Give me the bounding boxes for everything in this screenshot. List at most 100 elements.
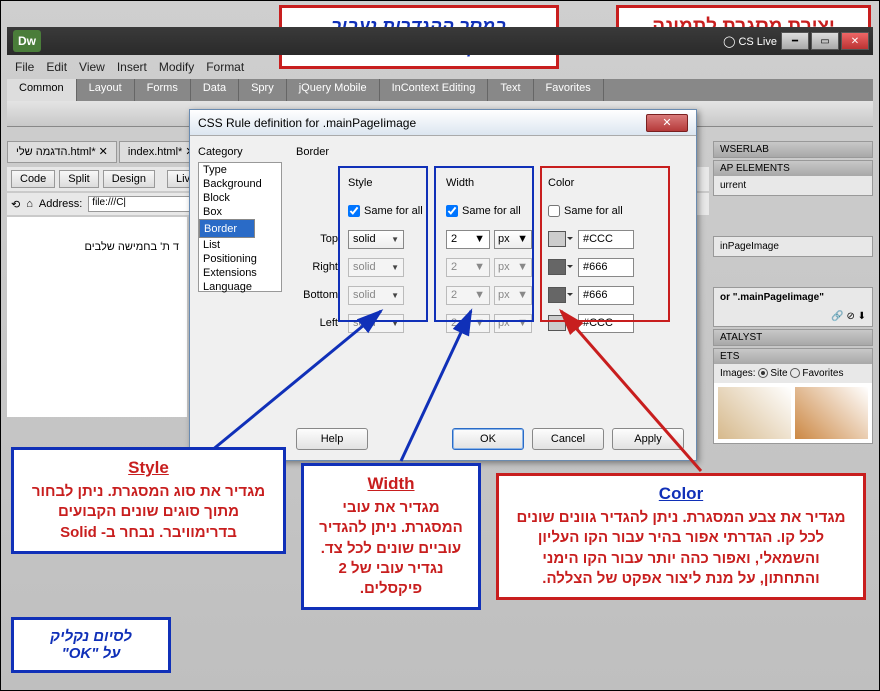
menu-edit[interactable]: Edit <box>46 60 67 74</box>
dialog-main: Border Style Width Color Same for all Sa… <box>290 136 696 460</box>
cat-positioning[interactable]: Positioning <box>199 252 281 266</box>
callout-ok-l1: לסיום נקליק <box>26 628 156 645</box>
color-bottom-input[interactable]: #666 <box>578 286 634 305</box>
thumb-1[interactable] <box>718 387 791 439</box>
menu-modify[interactable]: Modify <box>159 60 194 74</box>
color-same-check[interactable]: Same for all <box>548 205 656 217</box>
radio-site-label: Site <box>770 368 787 379</box>
panel-ap-elements[interactable]: AP ELEMENTS <box>714 161 872 176</box>
dialog-close-button[interactable]: ✕ <box>646 114 688 132</box>
col-color: Color <box>548 177 656 189</box>
style-bottom-select: solid▼ <box>348 286 404 305</box>
tab-spry[interactable]: Spry <box>239 79 287 101</box>
code-view-button[interactable]: Code <box>11 170 55 188</box>
radio-favorites[interactable] <box>790 368 800 378</box>
dreamweaver-logo: Dw <box>13 30 41 52</box>
title-bar: Dw ◯ CS Live ━ ▭ ✕ <box>7 27 873 55</box>
col-style: Style <box>348 177 440 189</box>
design-view-button[interactable]: Design <box>103 170 155 188</box>
width-left-input: 2▼ <box>446 314 490 333</box>
tab-layout[interactable]: Layout <box>77 79 135 101</box>
tab-forms[interactable]: Forms <box>135 79 191 101</box>
style-same-check[interactable]: Same for all <box>348 205 440 217</box>
tab-text[interactable]: Text <box>488 79 533 101</box>
width-right-unit: px▼ <box>494 258 532 277</box>
panel-inpageimage[interactable]: inPageImage <box>714 237 872 256</box>
color-top-swatch[interactable] <box>548 231 566 247</box>
nav-home-icon[interactable]: ⌂ <box>26 198 33 210</box>
assets-thumbs <box>714 383 872 443</box>
callout-style: Style מגדיר את סוג המסגרת. ניתן לבחור מת… <box>11 447 286 554</box>
panel-atalyst[interactable]: ATALYST <box>714 330 872 345</box>
cat-extensions[interactable]: Extensions <box>199 266 281 280</box>
close-button[interactable]: ✕ <box>841 32 869 50</box>
width-left-unit: px▼ <box>494 314 532 333</box>
tab-common[interactable]: Common <box>7 79 77 101</box>
dialog-buttons: Help OK Cancel Apply <box>290 428 684 450</box>
document-text: ד ת' בחמישה שלבים <box>84 241 179 253</box>
maximize-button[interactable]: ▭ <box>811 32 839 50</box>
split-view-button[interactable]: Split <box>59 170 98 188</box>
panel-current-row[interactable]: urrent <box>714 176 872 195</box>
cat-type[interactable]: Type <box>199 163 281 177</box>
category-list[interactable]: Type Background Block Box Border List Po… <box>198 162 282 292</box>
cat-background[interactable]: Background <box>199 177 281 191</box>
cat-list[interactable]: List <box>199 238 281 252</box>
menu-file[interactable]: File <box>15 60 34 74</box>
nav-back-icon[interactable]: ⟲ <box>11 198 20 211</box>
callout-color: Color מגדיר את צבע המסגרת. ניתן להגדיר ג… <box>496 473 866 600</box>
cat-block[interactable]: Block <box>199 191 281 205</box>
images-label: Images: <box>720 368 756 379</box>
color-top-input[interactable]: #CCC <box>578 230 634 249</box>
dialog-title-text: CSS Rule definition for .mainPageIimage <box>198 116 416 130</box>
thumb-2[interactable] <box>795 387 868 439</box>
help-button[interactable]: Help <box>296 428 368 450</box>
menu-insert[interactable]: Insert <box>117 60 147 74</box>
width-same-check[interactable]: Same for all <box>446 205 542 217</box>
style-right-select: solid▼ <box>348 258 404 277</box>
callout-ok-l2: על "OK" <box>26 645 156 662</box>
panel-wserlab[interactable]: WSERLAB <box>714 142 872 157</box>
row-right-label: Right <box>296 261 342 273</box>
tab-data[interactable]: Data <box>191 79 239 101</box>
color-bottom-swatch[interactable] <box>548 287 566 303</box>
callout-color-title: Color <box>511 484 851 504</box>
color-left-swatch[interactable] <box>548 315 566 331</box>
style-top-select[interactable]: solid▼ <box>348 230 404 249</box>
insert-tab-bar: Common Layout Forms Data Spry jQuery Mob… <box>7 79 873 101</box>
callout-width: Width מגדיר את עובי המסגרת. ניתן להגדיר … <box>301 463 481 610</box>
file-tab-1[interactable]: הדגמה שלי.html* ✕ <box>7 141 117 163</box>
address-label: Address: <box>39 198 82 210</box>
width-top-unit[interactable]: px▼ <box>494 230 532 249</box>
cancel-button[interactable]: Cancel <box>532 428 604 450</box>
file-tabs: הדגמה שלי.html* ✕ index.html* ✕ <box>7 141 206 163</box>
row-top-label: Top <box>296 233 342 245</box>
cs-live-label[interactable]: ◯ CS Live <box>723 35 777 48</box>
tab-incontext[interactable]: InContext Editing <box>380 79 489 101</box>
radio-fav-label: Favorites <box>802 368 843 379</box>
color-left-input[interactable]: #CCC <box>578 314 634 333</box>
minimize-button[interactable]: ━ <box>781 32 809 50</box>
right-panels: WSERLAB AP ELEMENTS urrent inPageImage o… <box>713 141 873 684</box>
tab-jquery[interactable]: jQuery Mobile <box>287 79 380 101</box>
radio-site[interactable] <box>758 368 768 378</box>
color-right-swatch[interactable] <box>548 259 566 275</box>
window-buttons: ━ ▭ ✕ <box>781 32 869 50</box>
ok-button[interactable]: OK <box>452 428 524 450</box>
border-heading: Border <box>296 146 684 158</box>
panel-images-row: Images: Site Favorites <box>714 364 872 383</box>
width-top-input[interactable]: 2▼ <box>446 230 490 249</box>
menu-view[interactable]: View <box>79 60 105 74</box>
color-right-input[interactable]: #666 <box>578 258 634 277</box>
menu-bar: File Edit View Insert Modify Format <box>7 57 244 77</box>
cat-border[interactable]: Border <box>199 219 255 238</box>
panel-rule-icons[interactable]: 🔗 ⊘ ⬇ <box>714 307 872 326</box>
width-bottom-unit: px▼ <box>494 286 532 305</box>
apply-button[interactable]: Apply <box>612 428 684 450</box>
panel-ets[interactable]: ETS <box>714 349 872 364</box>
cat-box[interactable]: Box <box>199 205 281 219</box>
menu-format[interactable]: Format <box>206 60 244 74</box>
width-right-input: 2▼ <box>446 258 490 277</box>
tab-favorites[interactable]: Favorites <box>534 79 604 101</box>
cat-language[interactable]: Language <box>199 280 281 294</box>
